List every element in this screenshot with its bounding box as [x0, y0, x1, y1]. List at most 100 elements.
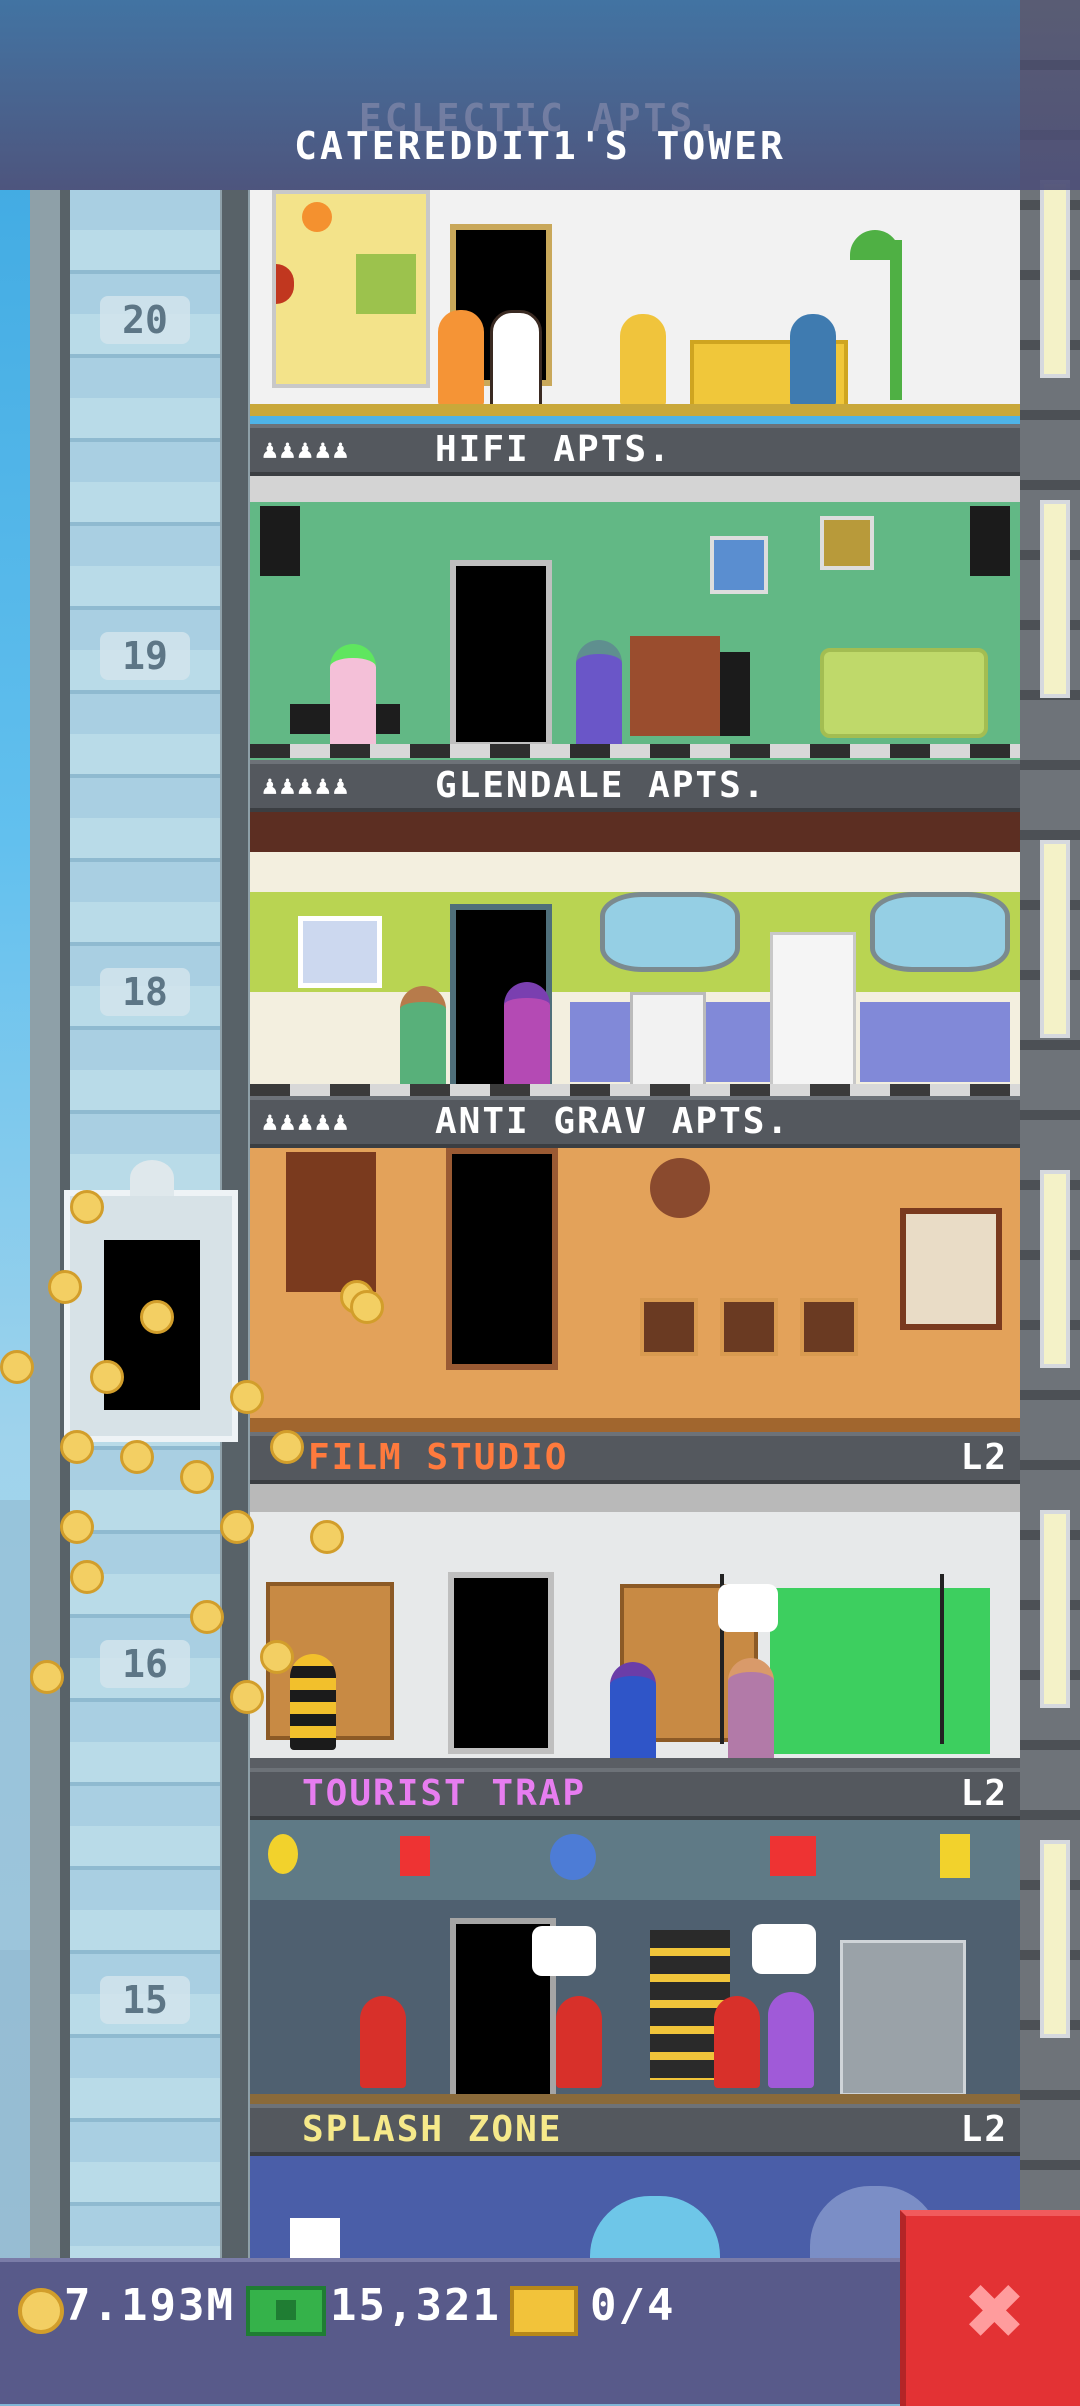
- residents-icon: ♟♟♟♟♟: [262, 771, 351, 801]
- coin-icon[interactable]: [30, 1660, 64, 1694]
- floor-lamp: [890, 240, 902, 400]
- wall-frame: [800, 1298, 858, 1356]
- coin-icon[interactable]: [60, 1430, 94, 1464]
- souvenir: [770, 1836, 816, 1876]
- speech-bubble[interactable]: [752, 1924, 816, 1974]
- floor-sign[interactable]: ♟♟♟♟♟ GLENDALE APTS.: [250, 760, 1020, 812]
- studio-light: [940, 1574, 944, 1744]
- close-icon: ✖: [965, 2252, 1027, 2369]
- floor-name: ANTI GRAV APTS.: [435, 1101, 791, 1142]
- lamp-shade: [850, 230, 900, 260]
- shelf: [630, 636, 720, 736]
- floor-sign[interactable]: FILM STUDIO L2: [250, 1432, 1020, 1484]
- floating-bitizen[interactable]: [650, 1158, 710, 1218]
- room-door[interactable]: [448, 1572, 554, 1754]
- floor-sign[interactable]: ♟♟♟♟♟ ANTI GRAV APTS.: [250, 1096, 1020, 1148]
- room-door[interactable]: [446, 1148, 558, 1370]
- floor-number: 18: [100, 968, 190, 1016]
- floor-name: HIFI APTS.: [435, 429, 672, 470]
- bookcase: [286, 1152, 376, 1292]
- bitizen[interactable]: [504, 982, 550, 1096]
- coin-icon[interactable]: [350, 1290, 384, 1324]
- floor-level: L2: [960, 2109, 1008, 2150]
- wall-light: [1040, 1170, 1070, 1368]
- floor-sign[interactable]: TOURIST TRAP L2: [250, 1768, 1020, 1820]
- bitizen[interactable]: [400, 986, 446, 1096]
- coin-icon[interactable]: [70, 1190, 104, 1224]
- display-case: [840, 1940, 966, 2096]
- close-button[interactable]: ✖: [900, 2210, 1080, 2406]
- speech-bubble[interactable]: [718, 1584, 778, 1632]
- wall-painting: [272, 190, 430, 388]
- wall-light: [1040, 500, 1070, 698]
- bitizen[interactable]: [620, 314, 666, 406]
- ceiling: [250, 476, 1020, 502]
- floor-number: 16: [100, 1640, 190, 1688]
- coin-icon[interactable]: [48, 1270, 82, 1304]
- ticket-icon: [510, 2286, 578, 2336]
- green-screen: [770, 1588, 990, 1754]
- floor-name: GLENDALE APTS.: [435, 765, 767, 806]
- floor-level: L2: [960, 1773, 1008, 1814]
- coin-icon[interactable]: [0, 1350, 34, 1384]
- coin-icon[interactable]: [140, 1300, 174, 1334]
- floor-room[interactable]: [250, 476, 1020, 766]
- bitizen[interactable]: [490, 310, 542, 412]
- coin-icon[interactable]: [270, 1430, 304, 1464]
- floor-room[interactable]: [250, 190, 1020, 416]
- stove: [630, 992, 706, 1088]
- floor-name: SPLASH ZONE: [302, 2109, 563, 2150]
- window: [590, 2196, 720, 2260]
- wall-light: [1040, 180, 1070, 378]
- bitizen[interactable]: [790, 314, 836, 406]
- floor-room[interactable]: [250, 1484, 1020, 1774]
- bitizen[interactable]: [576, 640, 622, 750]
- coin-icon[interactable]: [180, 1460, 214, 1494]
- floor-sign[interactable]: ♟♟♟♟♟ HIFI APTS.: [250, 424, 1020, 476]
- floor-name: TOURIST TRAP: [302, 1773, 587, 1814]
- painting-shape: [276, 264, 294, 304]
- couch: [820, 648, 988, 738]
- coin-icon[interactable]: [190, 1600, 224, 1634]
- coin-icon[interactable]: [70, 1560, 104, 1594]
- residents-icon: ♟♟♟♟♟: [262, 435, 351, 465]
- wall-frame: [820, 516, 874, 570]
- souvenir: [268, 1834, 298, 1874]
- floor-room[interactable]: [250, 812, 1020, 1104]
- bitizen[interactable]: [360, 1996, 406, 2088]
- speaker: [970, 506, 1010, 576]
- fridge: [770, 932, 856, 1088]
- kitchen-cabinet: [860, 1002, 1010, 1082]
- coin-icon[interactable]: [220, 1510, 254, 1544]
- coin-icon[interactable]: [310, 1520, 344, 1554]
- window: [600, 892, 740, 972]
- coin-icon[interactable]: [230, 1380, 264, 1414]
- bitizen[interactable]: [330, 644, 376, 750]
- bitizen[interactable]: [438, 310, 484, 406]
- sign-board: [290, 2218, 340, 2258]
- floor-sign[interactable]: SPLASH ZONE L2: [250, 2104, 1020, 2156]
- floor-room[interactable]: [250, 1820, 1020, 2110]
- bux-icon: [246, 2286, 326, 2336]
- bitizen[interactable]: [556, 1996, 602, 2088]
- bitizen[interactable]: [728, 1658, 774, 1766]
- tower-title[interactable]: CATEREDDIT1'S TOWER: [0, 124, 1080, 168]
- coin-icon[interactable]: [120, 1440, 154, 1474]
- speech-bubble[interactable]: [532, 1926, 596, 1976]
- bitizen[interactable]: [768, 1992, 814, 2088]
- bitizen[interactable]: [714, 1996, 760, 2088]
- floor-number: 15: [100, 1976, 190, 2024]
- window: [870, 892, 1010, 972]
- coin-icon[interactable]: [260, 1640, 294, 1674]
- room-door[interactable]: [450, 560, 552, 748]
- coins-counter[interactable]: 7.193M: [64, 2280, 235, 2331]
- bitizen[interactable]: [610, 1662, 656, 1766]
- tickets-counter[interactable]: 0/4: [590, 2280, 675, 2331]
- souvenir: [400, 1836, 430, 1876]
- coin-icon[interactable]: [60, 1510, 94, 1544]
- coin-icon[interactable]: [230, 1680, 264, 1714]
- bitizen[interactable]: [290, 1654, 336, 1750]
- coin-icon[interactable]: [90, 1360, 124, 1394]
- coin-icon: [18, 2288, 64, 2334]
- bux-counter[interactable]: 15,321: [330, 2280, 501, 2331]
